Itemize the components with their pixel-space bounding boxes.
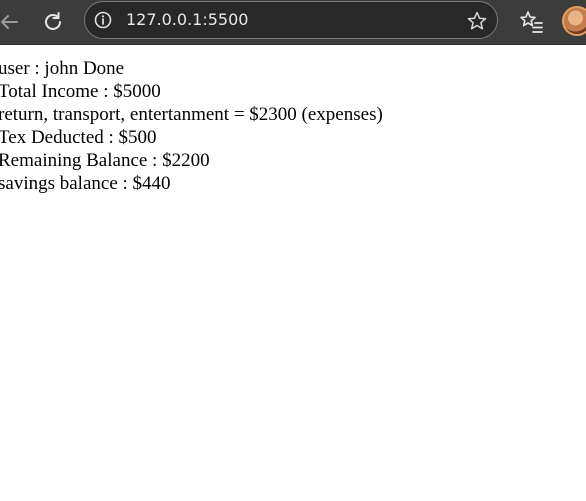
user-line: user : john Done (0, 58, 125, 79)
back-arrow-icon (1, 15, 18, 29)
back-button[interactable] (0, 7, 24, 37)
reload-icon (45, 12, 61, 30)
tax-deducted-line: Tex Deducted : $500 (0, 127, 157, 148)
total-income-line: Total Income : $5000 (0, 81, 161, 102)
favorites-button[interactable] (518, 8, 546, 36)
url-text[interactable]: 127.0.0.1:5500 (126, 10, 248, 30)
star-icon[interactable] (465, 9, 489, 33)
address-bar[interactable]: 127.0.0.1:5500 (84, 1, 498, 39)
remaining-balance-line: Remaining Balance : $2200 (0, 150, 210, 171)
browser-toolbar: 127.0.0.1:5500 (0, 0, 586, 45)
savings-balance-line: savings balance : $440 (0, 173, 171, 194)
favorites-icon (520, 11, 543, 33)
page-content: user : john Done Total Income : $5000 re… (0, 57, 383, 195)
info-icon[interactable] (93, 10, 113, 30)
expenses-line: return, transport, entertanment = $2300 … (0, 104, 383, 125)
profile-avatar[interactable] (562, 6, 586, 36)
reload-button[interactable] (38, 7, 68, 37)
